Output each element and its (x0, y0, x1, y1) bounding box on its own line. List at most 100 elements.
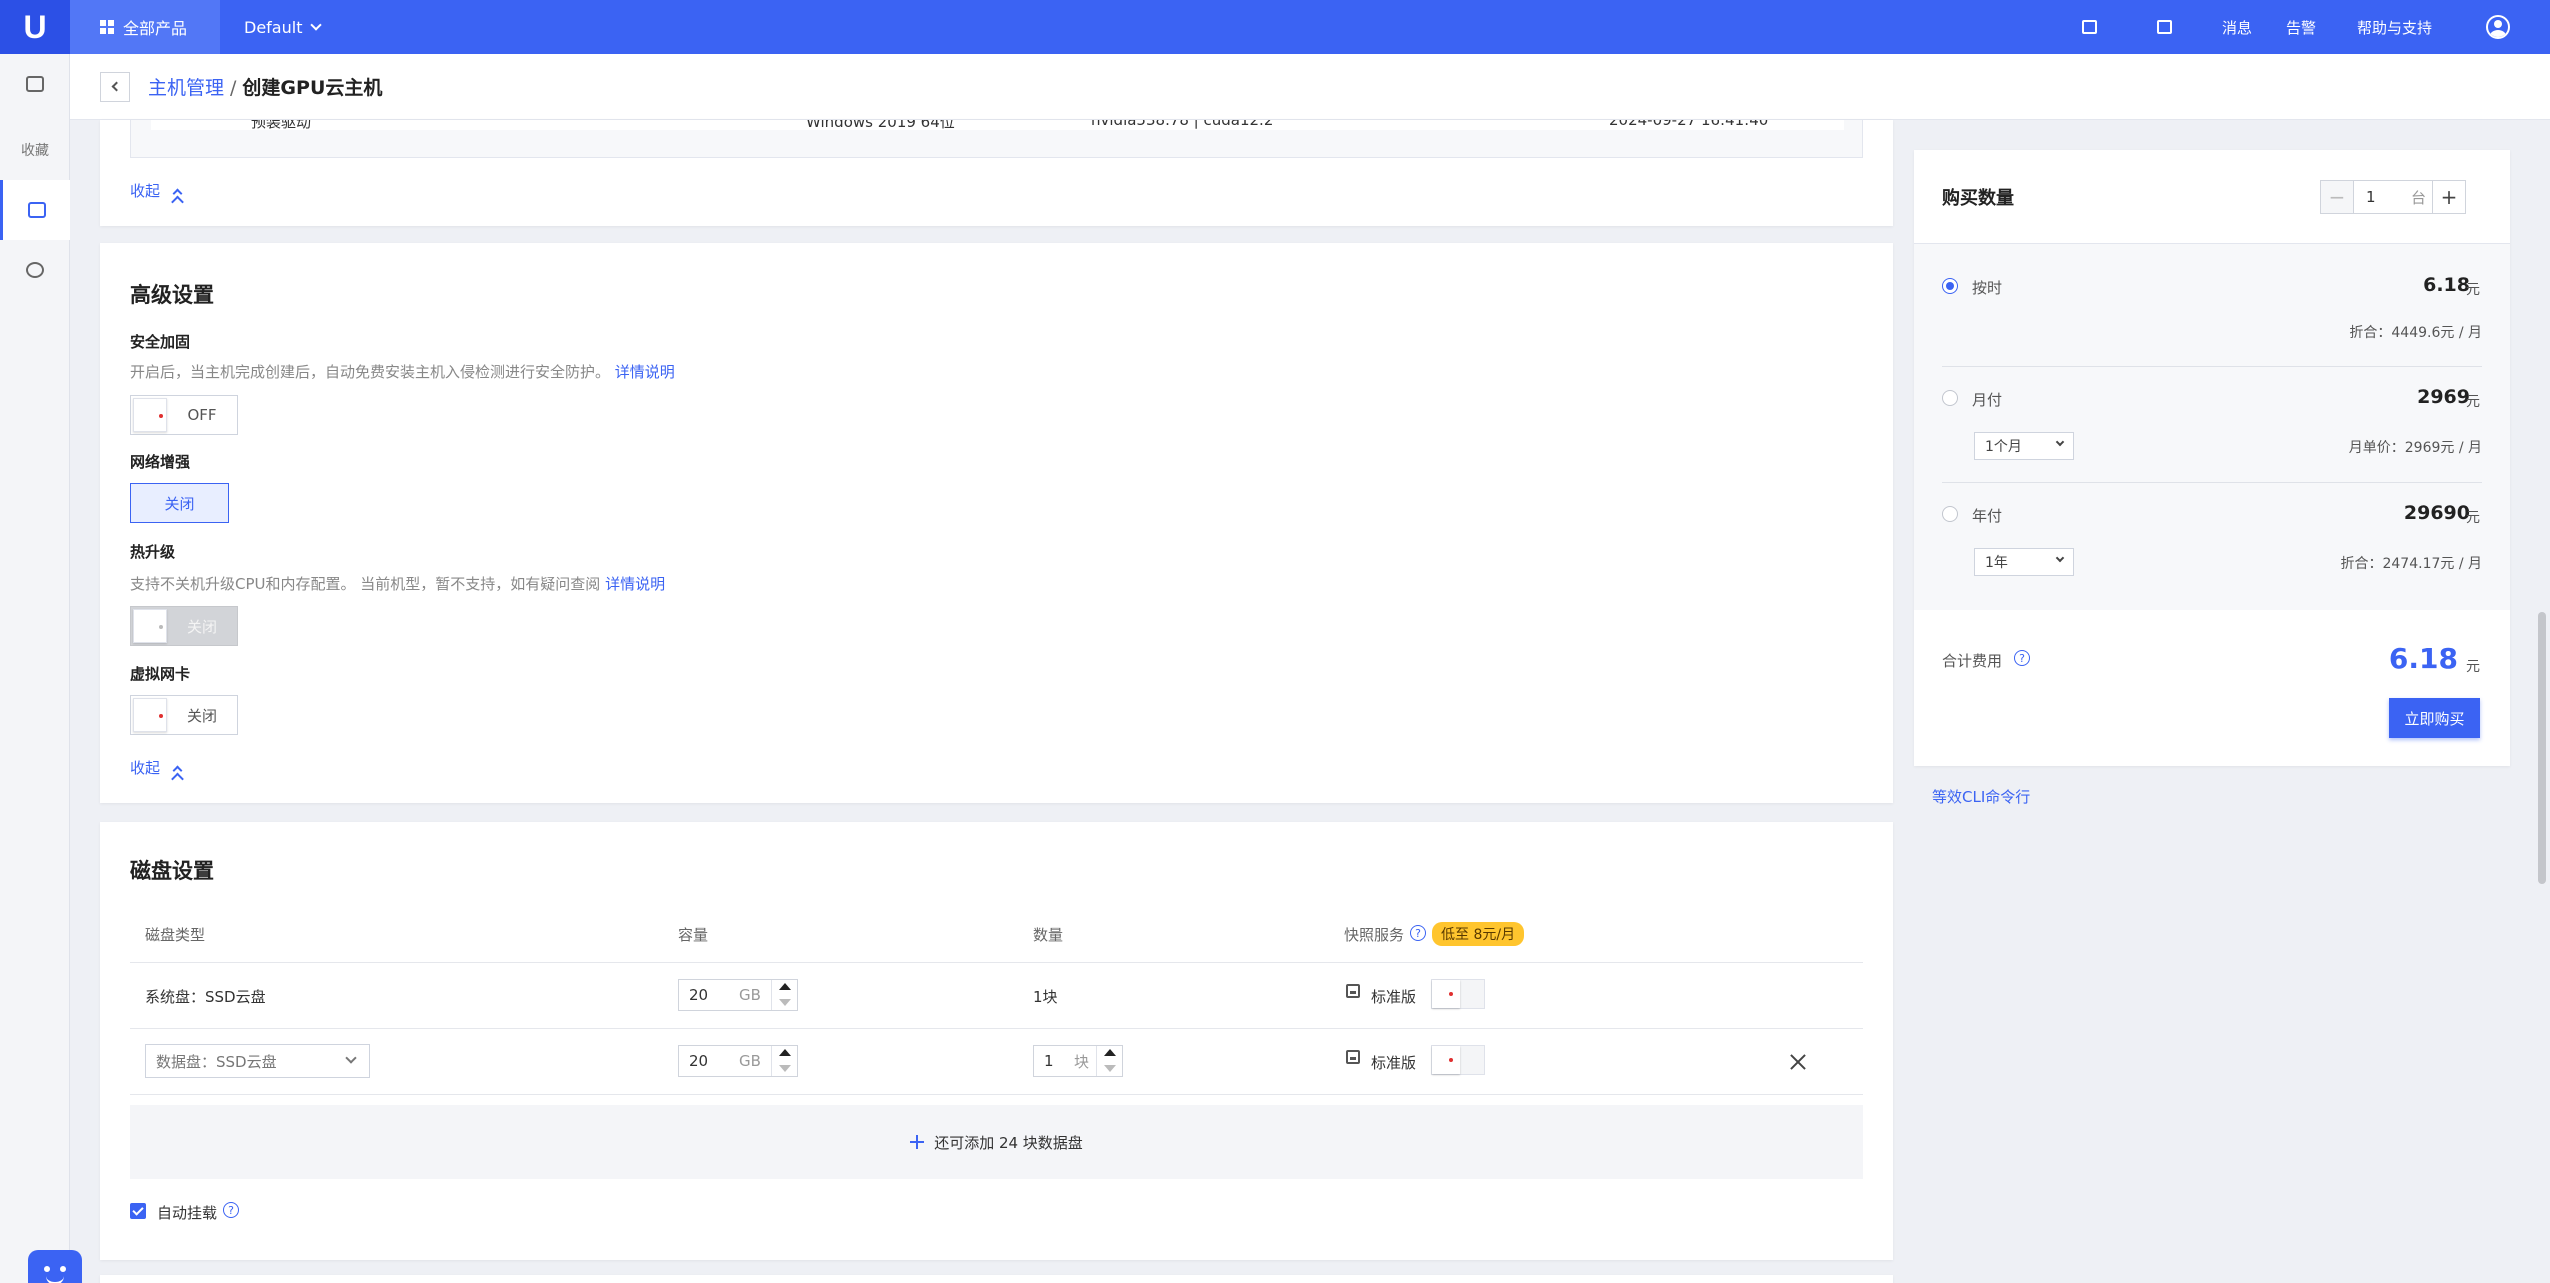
help-support-link[interactable]: 帮助与支持 (2357, 0, 2432, 54)
snapshot-icon (1346, 984, 1360, 998)
plan-monthly-label[interactable]: 月付 (1972, 389, 2002, 410)
plan-hourly-label[interactable]: 按时 (1972, 277, 2002, 298)
double-chevron-up-icon (172, 765, 183, 775)
col-count: 数量 (1033, 926, 1064, 944)
left-rail: 收藏 (0, 54, 82, 1283)
project-selector[interactable]: Default (244, 0, 323, 54)
image-table: 预装驱动 Windows 2019 64位 nvidia538.78 | cud… (130, 120, 1863, 158)
network-icon (26, 262, 44, 278)
collapse-image-table-button[interactable]: 收起 (130, 180, 183, 201)
remove-data-disk-icon[interactable] (1790, 1054, 1806, 1070)
back-button[interactable] (100, 71, 130, 102)
plan-hourly-equivalent: 折合：4449.6元 / 月 (2349, 325, 2482, 341)
chevron-down-icon (310, 18, 323, 31)
price-unit: 元 (2466, 282, 2480, 298)
plan-yearly-radio[interactable] (1942, 506, 1958, 522)
add-data-disk-button[interactable]: 还可添加 24 块数据盘 (130, 1105, 1863, 1179)
data-disk-capacity-input[interactable]: 20 GB (678, 1045, 798, 1077)
decrease-quantity-button[interactable]: − (2320, 180, 2354, 214)
capacity-value: 20 (689, 1052, 709, 1070)
monthly-period-select[interactable]: 1个月 (1974, 432, 2074, 460)
stepper-arrows-icon[interactable] (771, 980, 797, 1010)
add-data-disk-label: 还可添加 24 块数据盘 (934, 1133, 1083, 1152)
user-avatar-icon (2486, 15, 2510, 39)
snapshot-price-badge: 低至 8元/月 (1432, 922, 1525, 946)
toggle-knob (133, 609, 167, 643)
plus-icon (910, 1135, 925, 1149)
collapse-label: 收起 (130, 182, 161, 200)
system-snapshot-label: 标准版 (1371, 988, 1417, 1006)
stepper-arrows-icon[interactable] (1096, 1046, 1122, 1076)
help-icon[interactable]: ? (223, 1202, 239, 1218)
system-disk-type: 系统盘：SSD云盘 (145, 988, 266, 1006)
image-driver: nvidia538.78 | cuda12.2 (1091, 120, 1274, 129)
search-shortcut[interactable] (2082, 0, 2097, 54)
user-menu[interactable] (2486, 0, 2510, 54)
alerts-link[interactable]: 告警 (2286, 0, 2316, 54)
increase-quantity-button[interactable]: + (2432, 180, 2466, 214)
plan-hourly-radio[interactable] (1942, 278, 1958, 294)
chevron-left-icon (111, 81, 122, 92)
quantity-value: 1 (2366, 188, 2376, 206)
plan-yearly-label[interactable]: 年付 (1972, 505, 2002, 526)
capacity-unit: GB (739, 986, 761, 1004)
hot-upgrade-details-link[interactable]: 详情说明 (605, 575, 665, 593)
plan-divider (1942, 482, 2482, 483)
security-hardening-desc: 开启后，当主机完成创建后，自动免费安装主机入侵检测进行安全防护。 (130, 363, 611, 381)
plan-monthly-radio[interactable] (1942, 390, 1958, 406)
billing-plans: 按时 6.18 元 折合：4449.6元 / 月 月付 2969 元 1个月 月… (1914, 244, 2510, 610)
plan-yearly-price: 29690 (2403, 502, 2470, 524)
collapse-advanced-button[interactable]: 收起 (130, 757, 183, 778)
yearly-period-select[interactable]: 1年 (1974, 548, 2074, 576)
auto-mount-checkbox[interactable] (130, 1203, 146, 1219)
favorites-label: 收藏 (21, 143, 49, 159)
all-products-button[interactable]: 全部产品 (70, 0, 220, 54)
plan-monthly-price: 2969 (2417, 386, 2470, 408)
breadcrumb-separator: / (230, 77, 237, 99)
terminal-shortcut[interactable] (2157, 0, 2172, 54)
col-capacity: 容量 (678, 926, 709, 944)
plan-yearly-equivalent: 折合：2474.17元 / 月 (2340, 556, 2482, 572)
stepper-arrows-icon[interactable] (771, 1046, 797, 1076)
data-disk-type-select[interactable]: 数据盘：SSD云盘 (145, 1044, 370, 1078)
collapse-label: 收起 (130, 759, 161, 777)
capacity-unit: GB (739, 1052, 761, 1070)
chevron-down-icon (2055, 437, 2065, 447)
help-icon[interactable]: ? (1410, 925, 1426, 941)
buy-now-button[interactable]: 立即购买 (2389, 698, 2480, 738)
rail-item-compute[interactable] (0, 180, 70, 240)
rail-item-network[interactable] (0, 240, 70, 300)
data-snapshot-toggle[interactable] (1431, 1045, 1485, 1075)
security-details-link[interactable]: 详情说明 (615, 363, 675, 381)
brand-logo[interactable]: U (0, 0, 70, 54)
virtual-nic-toggle[interactable]: 关闭 (130, 695, 238, 735)
network-enhance-label: 网络增强 (130, 453, 191, 471)
help-icon[interactable]: ? (2014, 650, 2030, 666)
plan-hourly-price: 6.18 (2423, 274, 2470, 296)
rail-item-console[interactable] (0, 54, 70, 114)
all-products-label: 全部产品 (123, 19, 188, 38)
cli-command-link[interactable]: 等效CLI命令行 (1932, 786, 2030, 807)
system-disk-capacity-input[interactable]: 20 GB (678, 979, 798, 1011)
price-unit: 元 (2466, 394, 2480, 410)
advanced-settings-card: 高级设置 安全加固 开启后，当主机完成创建后，自动免费安装主机入侵检测进行安全防… (100, 243, 1893, 803)
breadcrumb-host-management[interactable]: 主机管理 (148, 77, 224, 99)
security-hardening-toggle[interactable]: OFF (130, 395, 238, 435)
logo-text: U (23, 8, 47, 45)
chatbot-icon[interactable] (28, 1250, 82, 1283)
messages-link[interactable]: 消息 (2222, 0, 2252, 54)
disk-settings-card: 磁盘设置 磁盘类型 容量 数量 快照服务 ? 低至 8元/月 系统盘：SSD云盘… (100, 822, 1893, 1260)
table-row[interactable]: 预装驱动 Windows 2019 64位 nvidia538.78 | cud… (151, 120, 1844, 130)
system-disk-count: 1块 (1033, 988, 1058, 1006)
server-list-icon (27, 202, 46, 218)
hot-upgrade-label: 热升级 (130, 543, 176, 561)
quantity-input[interactable]: 1台 (2354, 180, 2432, 214)
col-disk-type: 磁盘类型 (145, 926, 206, 944)
grid-icon (100, 20, 114, 34)
data-disk-count-input[interactable]: 1块 (1033, 1045, 1123, 1077)
network-enhance-off-button[interactable]: 关闭 (130, 483, 229, 523)
rail-item-favorites[interactable]: 收藏 (0, 120, 70, 180)
system-snapshot-toggle[interactable] (1431, 979, 1485, 1009)
data-disk-type-value: 数据盘：SSD云盘 (156, 1052, 277, 1071)
page-scrollbar[interactable] (2538, 612, 2546, 884)
